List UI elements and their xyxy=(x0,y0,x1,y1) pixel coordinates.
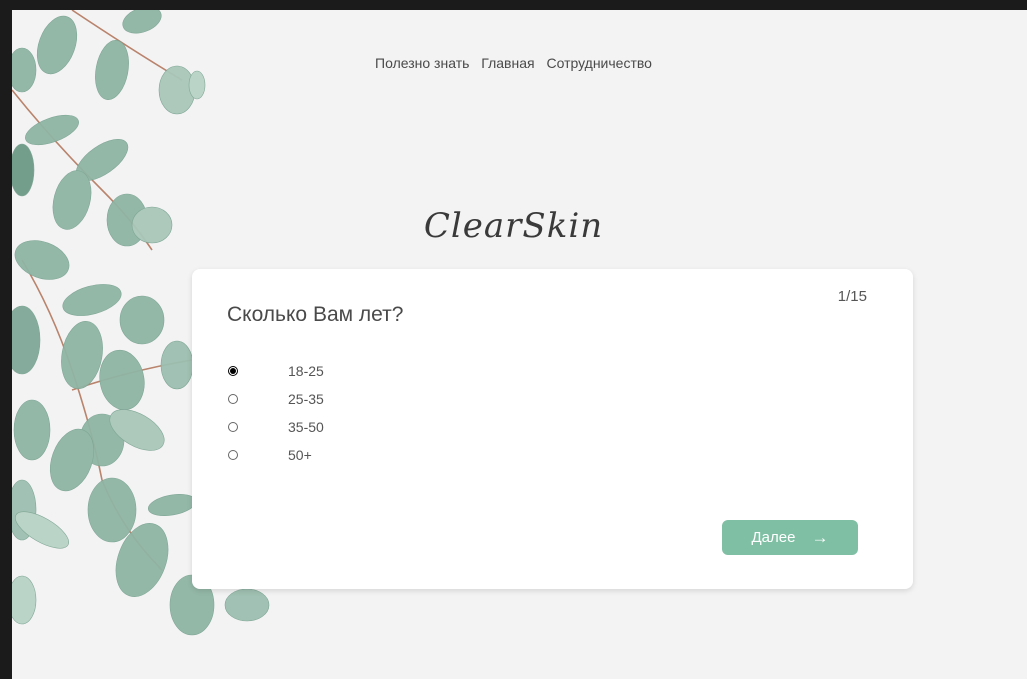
next-button[interactable]: Далее → xyxy=(722,520,858,555)
radio-button[interactable] xyxy=(228,394,238,404)
option-label: 25-35 xyxy=(288,391,324,407)
radio-button[interactable] xyxy=(228,422,238,432)
top-navigation: Полезно знать Главная Сотрудничество xyxy=(0,55,1027,71)
quiz-card: 1/15 Сколько Вам лет? 18-25 25-35 35-50 … xyxy=(192,269,913,589)
arrow-right-icon: → xyxy=(811,527,829,547)
window-frame-top xyxy=(0,0,1027,10)
nav-link-home[interactable]: Главная xyxy=(481,55,534,71)
quiz-progress: 1/15 xyxy=(837,288,867,305)
option-label: 35-50 xyxy=(288,419,324,435)
option-35-50[interactable]: 35-50 xyxy=(228,413,324,441)
quiz-question: Сколько Вам лет? xyxy=(227,303,404,326)
option-18-25[interactable]: 18-25 xyxy=(228,357,324,385)
next-button-label: Далее xyxy=(751,529,796,546)
window-frame-left xyxy=(0,0,12,679)
option-50-plus[interactable]: 50+ xyxy=(228,441,324,469)
radio-button[interactable] xyxy=(228,450,238,460)
answer-options: 18-25 25-35 35-50 50+ xyxy=(228,357,324,469)
option-25-35[interactable]: 25-35 xyxy=(228,385,324,413)
option-label: 50+ xyxy=(288,447,312,463)
site-logo: ClearSkin xyxy=(423,206,604,246)
option-label: 18-25 xyxy=(288,363,324,379)
nav-link-useful[interactable]: Полезно знать xyxy=(375,55,469,71)
nav-link-partnership[interactable]: Сотрудничество xyxy=(546,55,651,71)
radio-button-checked[interactable] xyxy=(228,366,238,376)
